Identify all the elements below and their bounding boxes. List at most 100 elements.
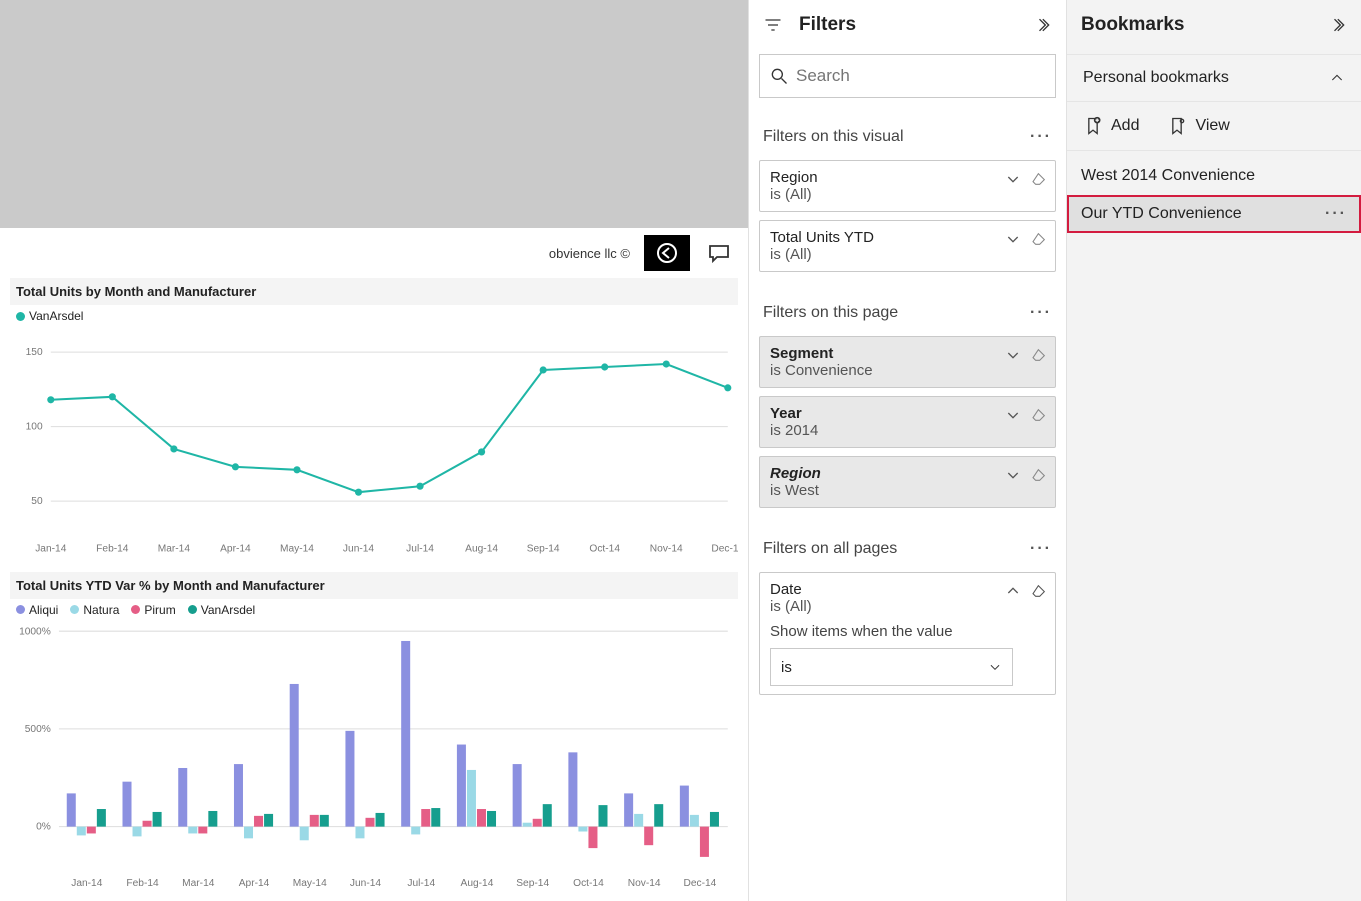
legend-label: Natura — [83, 603, 119, 617]
svg-text:Jul-14: Jul-14 — [406, 543, 434, 554]
chart2-legend: Aliqui Natura Pirum VanArsdel — [10, 599, 738, 621]
filter-desc: is 2014 — [770, 422, 1013, 439]
legend-dot-icon — [16, 312, 25, 321]
line-chart-visual[interactable]: Total Units by Month and Manufacturer Va… — [10, 278, 738, 562]
legend-vanarsdel: VanArsdel — [188, 603, 255, 617]
svg-text:100: 100 — [26, 422, 43, 433]
svg-text:Aug-14: Aug-14 — [461, 878, 494, 889]
bookmark-add-button[interactable]: Add — [1083, 116, 1139, 136]
filter-desc: is (All) — [770, 186, 1013, 203]
filters-search-input[interactable] — [759, 54, 1056, 98]
chevron-up-icon — [1329, 70, 1345, 86]
line-chart-svg: 50100150Jan-14Feb-14Mar-14Apr-14May-14Ju… — [10, 327, 738, 562]
svg-text:May-14: May-14 — [293, 878, 327, 889]
copyright-label: obvience llc © — [549, 246, 630, 261]
view-label: View — [1195, 117, 1229, 135]
bookmark-label: Our YTD Convenience — [1081, 205, 1242, 223]
filter-name: Segment — [770, 345, 1013, 362]
svg-text:Aug-14: Aug-14 — [465, 543, 498, 554]
collapse-right-icon[interactable] — [1327, 15, 1347, 35]
svg-text:0%: 0% — [36, 821, 51, 832]
svg-text:Jun-14: Jun-14 — [343, 543, 374, 554]
chevron-down-icon[interactable] — [1005, 231, 1021, 251]
legend-label: Pirum — [144, 603, 175, 617]
clear-filter-icon[interactable] — [1031, 407, 1047, 427]
section-more-button[interactable]: ··· — [1030, 540, 1052, 558]
chevron-down-icon[interactable] — [1005, 347, 1021, 367]
legend-vanarsdel: VanArsdel — [16, 309, 83, 323]
filter-card[interactable]: Segmentis Convenience — [759, 336, 1056, 388]
chevron-down-icon[interactable] — [1005, 171, 1021, 191]
clear-filter-icon[interactable] — [1031, 583, 1047, 603]
svg-text:Nov-14: Nov-14 — [650, 543, 683, 554]
chevron-up-icon[interactable] — [1005, 583, 1021, 603]
section-more-button[interactable]: ··· — [1030, 304, 1052, 322]
filter-card[interactable]: Yearis 2014 — [759, 396, 1056, 448]
filter-card[interactable]: Regionis West — [759, 456, 1056, 508]
back-arrow-button[interactable] — [644, 235, 690, 271]
filter-card-date[interactable]: Date is (All) Show items when the value … — [759, 572, 1056, 695]
collapse-right-icon[interactable] — [1032, 15, 1052, 35]
chevron-down-icon[interactable] — [1005, 407, 1021, 427]
svg-text:Jun-14: Jun-14 — [350, 878, 381, 889]
bookmark-item[interactable]: West 2014 Convenience — [1067, 157, 1361, 195]
svg-text:Nov-14: Nov-14 — [628, 878, 661, 889]
bookmark-more-button[interactable]: ··· — [1325, 205, 1347, 223]
svg-text:Apr-14: Apr-14 — [239, 878, 270, 889]
bar-chart-svg: 0%500%1000%Jan-14Feb-14Mar-14Apr-14May-1… — [10, 621, 738, 896]
comment-icon — [707, 241, 731, 265]
filter-desc: is (All) — [770, 246, 1013, 263]
chevron-down-icon[interactable] — [1005, 467, 1021, 487]
clear-filter-icon[interactable] — [1031, 231, 1047, 251]
filter-operator-select[interactable]: is — [770, 648, 1013, 686]
svg-text:Sep-14: Sep-14 — [527, 543, 560, 554]
svg-text:Jul-14: Jul-14 — [407, 878, 435, 889]
svg-text:1000%: 1000% — [19, 626, 51, 637]
svg-text:Mar-14: Mar-14 — [182, 878, 215, 889]
clear-filter-icon[interactable] — [1031, 347, 1047, 367]
svg-text:Feb-14: Feb-14 — [96, 543, 129, 554]
legend-label: VanArsdel — [29, 309, 83, 323]
svg-text:Dec-14: Dec-14 — [683, 878, 716, 889]
clear-filter-icon[interactable] — [1031, 171, 1047, 191]
search-icon — [769, 66, 789, 86]
section-more-button[interactable]: ··· — [1030, 128, 1052, 146]
filter-name: Year — [770, 405, 1013, 422]
filter-card[interactable]: Total Units YTDis (All) — [759, 220, 1056, 272]
clear-filter-icon[interactable] — [1031, 467, 1047, 487]
filters-all-section-label: Filters on all pages — [763, 540, 897, 558]
chart2-title: Total Units YTD Var % by Month and Manuf… — [10, 572, 738, 599]
canvas-toolbar: obvience llc © — [0, 228, 748, 278]
chart1-title: Total Units by Month and Manufacturer — [10, 278, 738, 305]
report-canvas: obvience llc © Total Units by Month and … — [0, 0, 748, 901]
svg-text:Oct-14: Oct-14 — [573, 878, 604, 889]
personal-bookmarks-header[interactable]: Personal bookmarks — [1067, 54, 1361, 102]
chart1-legend: VanArsdel — [10, 305, 738, 327]
filter-desc: is West — [770, 482, 1013, 499]
legend-natura: Natura — [70, 603, 119, 617]
svg-text:Jan-14: Jan-14 — [71, 878, 102, 889]
svg-text:Jan-14: Jan-14 — [35, 543, 66, 554]
bookmarks-title: Bookmarks — [1081, 14, 1185, 36]
bookmarks-pane: Bookmarks Personal bookmarks Add View — [1066, 0, 1361, 901]
filter-card[interactable]: Regionis (All) — [759, 160, 1056, 212]
legend-aliqui: Aliqui — [16, 603, 58, 617]
bookmark-view-button[interactable]: View — [1167, 116, 1229, 136]
svg-text:Sep-14: Sep-14 — [516, 878, 549, 889]
filter-show-items-label: Show items when the value — [770, 623, 1013, 640]
svg-text:500%: 500% — [25, 723, 51, 734]
add-label: Add — [1111, 117, 1139, 135]
bookmark-label: West 2014 Convenience — [1081, 167, 1255, 185]
legend-dot-icon — [131, 605, 140, 614]
filters-visual-section-label: Filters on this visual — [763, 128, 904, 146]
filters-page-section-label: Filters on this page — [763, 304, 898, 322]
bookmark-item[interactable]: Our YTD Convenience ··· — [1067, 195, 1361, 233]
filter-desc: is Convenience — [770, 362, 1013, 379]
filter-name: Region — [770, 465, 1013, 482]
filter-name: Total Units YTD — [770, 229, 1013, 246]
legend-label: Aliqui — [29, 603, 58, 617]
bar-chart-visual[interactable]: Total Units YTD Var % by Month and Manuf… — [10, 572, 738, 896]
svg-text:Apr-14: Apr-14 — [220, 543, 251, 554]
filters-pane: Filters Filters on this visual ··· Regio… — [748, 0, 1066, 901]
comment-button[interactable] — [704, 238, 734, 268]
